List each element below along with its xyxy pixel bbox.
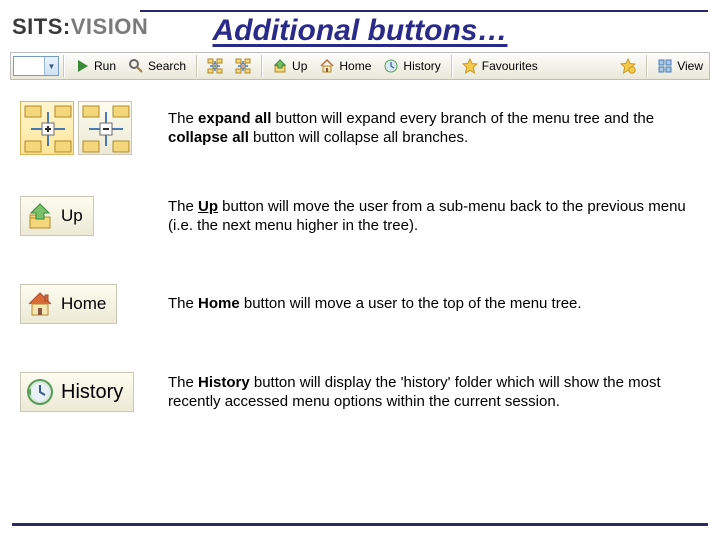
bottom-rule [12,523,708,526]
row-expand: The expand all button will expand every … [20,100,702,156]
home-desc: The Home button will move a user to the … [168,294,582,314]
expand-desc: The expand all button will expand every … [168,109,702,148]
search-icon [128,58,144,74]
expand-all-icon [207,58,223,74]
content: The expand all button will expand every … [20,100,702,420]
view-icon [657,58,673,74]
toolbar: ▼ Run Search Up Home History [10,52,710,80]
row-home: Home The Home button will move a user to… [20,276,702,332]
history-button[interactable]: History [377,53,446,79]
home-illus: Home [20,284,117,324]
favourites-button[interactable]: Favourites [456,53,544,79]
home-button[interactable]: Home [313,53,377,79]
history-illus: History [20,372,134,412]
row-history: History The History button will display … [20,364,702,420]
up-button[interactable]: Up [266,53,313,79]
search-button[interactable]: Search [122,53,192,79]
collapse-all-button[interactable] [229,53,257,79]
up-icon [272,58,288,74]
history-icon [383,58,399,74]
chevron-down-icon: ▼ [44,57,58,75]
run-button[interactable]: Run [68,53,122,79]
home-icon [319,58,335,74]
star-icon [462,58,478,74]
collapse-all-illus [78,101,132,155]
view-button[interactable]: View [651,53,709,79]
row-up: Up The Up button will move the user from… [20,188,702,244]
history-desc: The History button will display the 'his… [168,373,702,412]
run-icon [74,58,90,74]
collapse-all-icon [235,58,251,74]
expand-all-button[interactable] [201,53,229,79]
star-add-icon [620,58,636,74]
add-fav-button[interactable] [614,53,642,79]
up-desc: The Up button will move the user from a … [168,197,702,236]
toolbar-combo[interactable]: ▼ [13,56,59,76]
logo: SITS:VISION [12,14,148,40]
up-icon [25,201,55,231]
expand-all-illus [20,101,74,155]
home-icon [25,289,55,319]
up-illus: Up [20,196,94,236]
history-icon [25,377,55,407]
top-rule [140,10,708,12]
